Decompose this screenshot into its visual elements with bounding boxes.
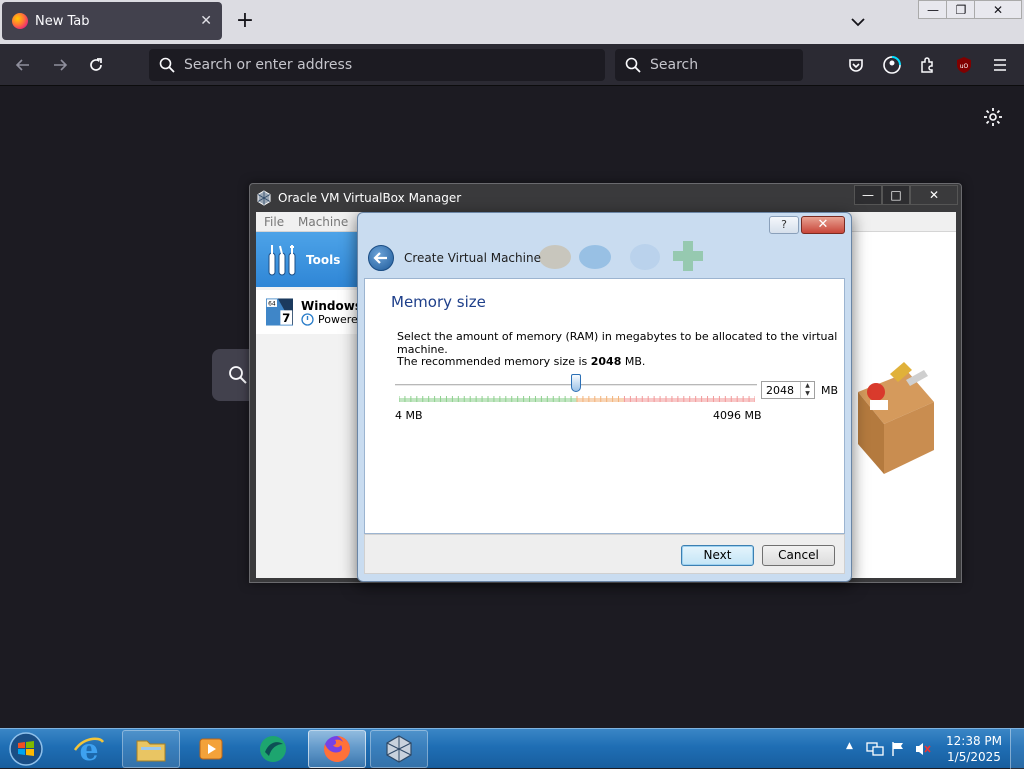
recommended-memory-text: The recommended memory size is 2048 MB. [397,355,646,368]
back-arrow-icon[interactable] [10,52,36,78]
svg-text:64: 64 [268,302,276,308]
page-title: Memory size [391,293,486,311]
tab-close-icon[interactable]: ✕ [200,13,212,29]
clock-time: 12:38 PM [946,734,1002,748]
vbm-maximize-button[interactable]: □ [882,185,910,205]
firefox-taskbar-icon[interactable] [308,730,366,768]
memory-description: Select the amount of memory (RAM) in meg… [397,330,838,356]
address-placeholder: Search or enter address [184,57,353,73]
start-orb-icon[interactable] [6,730,46,768]
toolbox-illustration-icon [858,362,934,474]
list-all-tabs-chevron-icon[interactable] [848,12,868,32]
new-tab-button[interactable]: + [234,10,256,32]
file-explorer-icon[interactable] [122,730,180,768]
browser-navbar: Search or enter address Search uO [0,44,1024,86]
search-icon [159,57,175,73]
memory-size-value[interactable]: 2048 [762,384,800,397]
menu-file[interactable]: File [264,215,284,229]
newtab-search-box[interactable] [212,349,252,401]
vbm-close-button[interactable]: ✕ [910,185,958,205]
recommended-memory-value: 2048 [590,355,622,368]
teal-app-icon[interactable] [244,730,302,768]
browser-minimize-button[interactable]: — [918,0,948,19]
vbm-minimize-button[interactable]: — [854,185,882,205]
power-off-icon [301,312,314,326]
browser-close-button[interactable]: ✕ [974,0,1022,19]
media-player-icon[interactable] [182,730,240,768]
internet-explorer-icon[interactable]: e [60,730,118,768]
virtualbox-icon [257,190,271,206]
tools-icon [268,244,296,275]
vm-list-item[interactable]: 64 7 Windows Powere [256,290,362,334]
settings-gear-icon[interactable] [981,105,1005,129]
pocket-icon[interactable] [843,52,869,78]
search-icon [625,57,641,73]
network-icon[interactable] [866,741,884,757]
show-desktop-button[interactable] [1010,729,1024,769]
wizard-header: Create Virtual Machine [363,238,846,278]
search-bar[interactable]: Search [615,49,803,81]
help-button[interactable]: ? [769,216,799,234]
vbm-titlebar: Oracle VM VirtualBox Manager [256,187,461,209]
tab-new-tab[interactable]: New Tab ✕ [2,2,222,40]
taskbar: e ▲ 12:38 PM 1/5/2025 [0,728,1024,769]
clock[interactable]: 12:38 PM 1/5/2025 [944,733,1004,765]
vbm-machine-list: Tools 64 7 Windows Powere [256,232,362,578]
search-icon [229,366,247,384]
memory-size-spinbox[interactable]: 2048 ▲ ▼ [761,381,815,399]
tools-label: Tools [306,252,341,267]
extensions-icon[interactable] [915,52,941,78]
spin-down-icon[interactable]: ▼ [801,390,814,398]
vbm-title: Oracle VM VirtualBox Manager [278,191,462,205]
slider-min-label: 4 MB [395,409,423,422]
virtualbox-taskbar-icon[interactable] [370,730,428,768]
wizard-title: Create Virtual Machine [404,251,541,265]
volume-muted-icon[interactable] [914,741,932,757]
system-tray: ▲ 12:38 PM 1/5/2025 [840,729,1024,769]
menu-hamburger-icon[interactable] [987,52,1013,78]
next-button[interactable]: Next [681,545,754,566]
slider-thumb[interactable] [571,374,581,392]
action-center-flag-icon[interactable] [890,741,906,757]
address-bar[interactable]: Search or enter address [149,49,605,81]
menu-machine[interactable]: Machine [298,215,348,229]
slider-max-label: 4096 MB [713,409,762,422]
vbm-tools-item[interactable]: Tools [256,232,361,287]
windows7-64-os-icon: 64 7 [266,298,294,326]
ublock-icon[interactable]: uO [951,52,977,78]
forward-arrow-icon[interactable] [47,52,73,78]
memory-slider[interactable] [395,374,757,404]
reload-icon[interactable] [83,52,109,78]
search-placeholder: Search [650,57,699,73]
create-vm-dialog: ? ✕ Create Virtual Machine Memory size S… [357,212,852,582]
wizard-footer: Next Cancel [364,534,845,574]
slider-ticks [399,396,755,402]
svg-text:7: 7 [282,311,290,325]
vm-name: Windows [301,298,362,313]
account-icon[interactable] [879,52,905,78]
memory-unit-label: MB [821,384,839,397]
wizard-page: Memory size Select the amount of memory … [364,278,845,534]
browser-restore-button[interactable]: ❐ [946,0,976,19]
firefox-favicon-icon [12,13,28,29]
spin-up-icon[interactable]: ▲ [801,382,814,390]
vm-state: Powere [318,312,358,326]
tab-title: New Tab [35,13,90,29]
clock-date: 1/5/2025 [947,750,1001,764]
cancel-button[interactable]: Cancel [762,545,835,566]
dialog-close-button[interactable]: ✕ [801,216,845,234]
svg-text:uO: uO [960,63,969,70]
back-arrow-icon[interactable] [368,245,394,271]
show-hidden-icons-icon[interactable]: ▲ [846,741,853,751]
browser-tabbar: New Tab ✕ + — ❐ ✕ [0,0,1024,44]
